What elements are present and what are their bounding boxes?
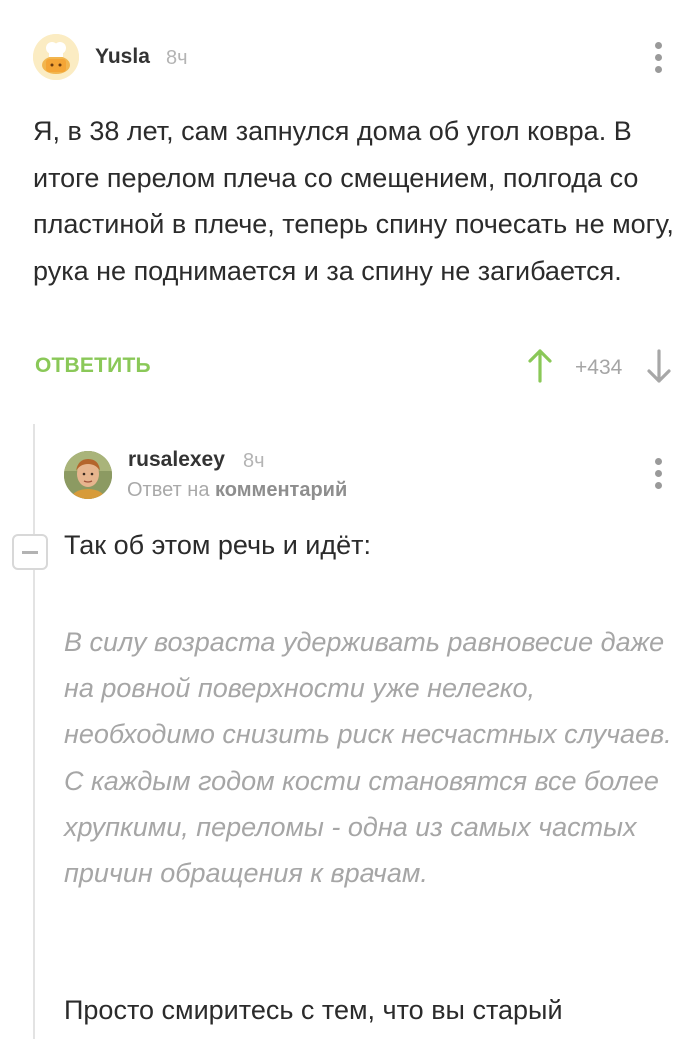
reply-button[interactable]: ОТВЕТИТЬ: [35, 354, 151, 378]
chef-avatar-icon: [33, 34, 79, 80]
reply-quote: В силу возраста удерживать равновесие да…: [64, 627, 672, 889]
avatar[interactable]: [33, 34, 79, 80]
thread-line[interactable]: [33, 424, 35, 1039]
reply-to-target[interactable]: комментарий: [215, 479, 347, 501]
comment-text: Я, в 38 лет, сам запнулся дома об угол к…: [33, 116, 674, 286]
user-photo-icon: [64, 451, 112, 499]
more-vertical-icon[interactable]: [653, 458, 663, 492]
avatar[interactable]: [64, 451, 112, 499]
reply-to-prefix: Ответ на: [127, 479, 210, 501]
reply-time: 8ч: [243, 450, 265, 472]
more-vertical-icon[interactable]: [653, 42, 663, 76]
collapse-minus-icon[interactable]: [12, 534, 48, 570]
reply-author[interactable]: rusalexey: [128, 448, 225, 472]
comment-score: +434: [575, 356, 623, 379]
reply-text: Так об этом речь и идёт:: [64, 530, 371, 560]
downvote-arrow-icon[interactable]: [646, 348, 672, 389]
comment-author[interactable]: Yusla: [95, 45, 150, 69]
upvote-arrow-icon[interactable]: [527, 348, 553, 389]
comment-time: 8ч: [166, 47, 188, 69]
reply-to-link[interactable]: Ответ на комментарий: [127, 479, 347, 502]
reply-text-continued: Просто смиритесь с тем, что вы старый: [64, 995, 563, 1025]
